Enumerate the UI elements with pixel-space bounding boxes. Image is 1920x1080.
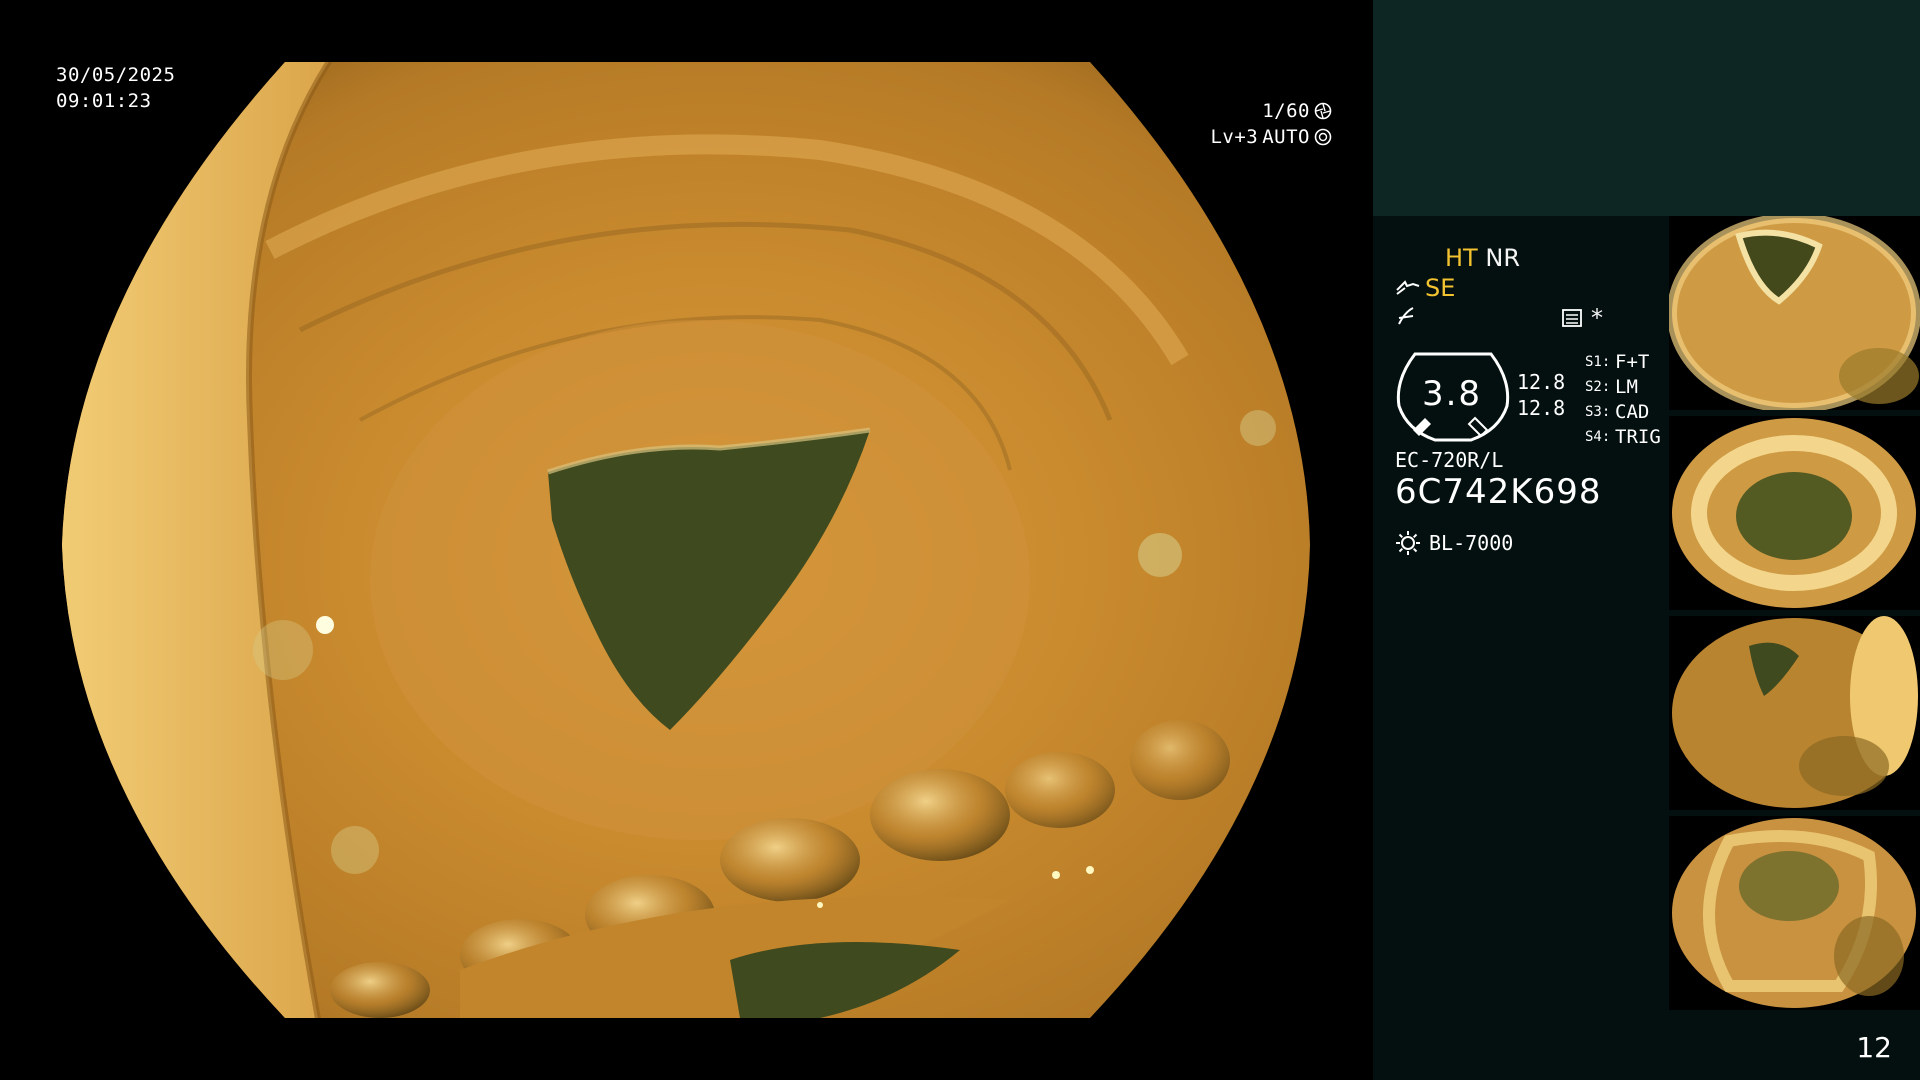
- light-source-model: BL-7000: [1429, 531, 1514, 555]
- thumbnail-image: [1669, 216, 1920, 410]
- gauge-value: 3.8: [1421, 374, 1483, 414]
- switch-row: S2: LM: [1585, 375, 1661, 400]
- capture-thumbnail[interactable]: [1669, 616, 1920, 810]
- date-time-readout: 30/05/2025 09:01:23: [56, 62, 175, 114]
- light-source-icon: [1396, 531, 1420, 555]
- endoscopic-image: [62, 62, 1310, 1018]
- thumbnail-image: [1672, 616, 1918, 808]
- capture-thumbnails: [1669, 216, 1920, 1016]
- switch-key: S3:: [1585, 404, 1611, 420]
- switch-value: LM: [1615, 376, 1638, 398]
- info-panel: HT NR SE * 3.8 12.8 12.8 S1: F+T S2: LM …: [1373, 0, 1920, 1080]
- switch-row: S4: TRIG: [1585, 425, 1661, 450]
- capture-thumbnail[interactable]: [1669, 216, 1920, 410]
- processor-settings: HT NR SE * 3.8 12.8 12.8 S1: F+T S2: LM …: [1395, 240, 1695, 580]
- date-text: 30/05/2025: [56, 64, 176, 86]
- switch-row: S3: CAD: [1585, 400, 1661, 425]
- scope-serial-number: 6C742K698: [1395, 472, 1602, 512]
- shutter-speed: 1/60: [1262, 100, 1310, 122]
- panel-header-area: [1373, 0, 1920, 216]
- switch-key: S2:: [1585, 379, 1611, 395]
- structure-enhance-icon: [1396, 280, 1420, 295]
- capture-thumbnail[interactable]: [1669, 416, 1920, 610]
- mode-ht: HT: [1445, 244, 1478, 272]
- switch-assignments: S1: F+T S2: LM S3: CAD S4: TRIG: [1585, 350, 1661, 450]
- switch-value: F+T: [1615, 351, 1650, 373]
- page-number: 12: [1856, 1031, 1892, 1064]
- switch-value: CAD: [1615, 401, 1650, 423]
- gauge-side-bottom: 12.8: [1517, 396, 1566, 420]
- iris-mode: AUTO: [1262, 126, 1310, 148]
- switch-key: S1:: [1585, 354, 1611, 370]
- gauge-side-top: 12.8: [1517, 370, 1566, 394]
- switch-key: S4:: [1585, 429, 1611, 445]
- memory-icon: [1562, 309, 1582, 327]
- thumbnail-image: [1672, 418, 1916, 608]
- mode-nr: NR: [1485, 244, 1520, 272]
- mode-se: SE: [1425, 274, 1456, 302]
- scope-model: EC-720R/L: [1395, 448, 1504, 472]
- asterisk-indicator: *: [1591, 304, 1603, 332]
- switch-value: TRIG: [1615, 426, 1661, 448]
- color-tone-icon: [1398, 307, 1414, 325]
- iris-icon: [1314, 128, 1332, 146]
- light-source-readout: BL-7000: [1395, 530, 1513, 556]
- aperture-icon: [1314, 102, 1332, 120]
- capture-thumbnail[interactable]: [1669, 816, 1920, 1010]
- brightness-level: Lv+3: [1210, 126, 1259, 148]
- thumbnail-image: [1672, 818, 1916, 1008]
- time-text: 09:01:23: [56, 90, 152, 112]
- endoscope-view: 30/05/2025 09:01:23 1/60 Lv+3 AUTO: [0, 0, 1372, 1080]
- switch-row: S1: F+T: [1585, 350, 1661, 375]
- exposure-readout: 1/60 Lv+3 AUTO: [1210, 98, 1332, 150]
